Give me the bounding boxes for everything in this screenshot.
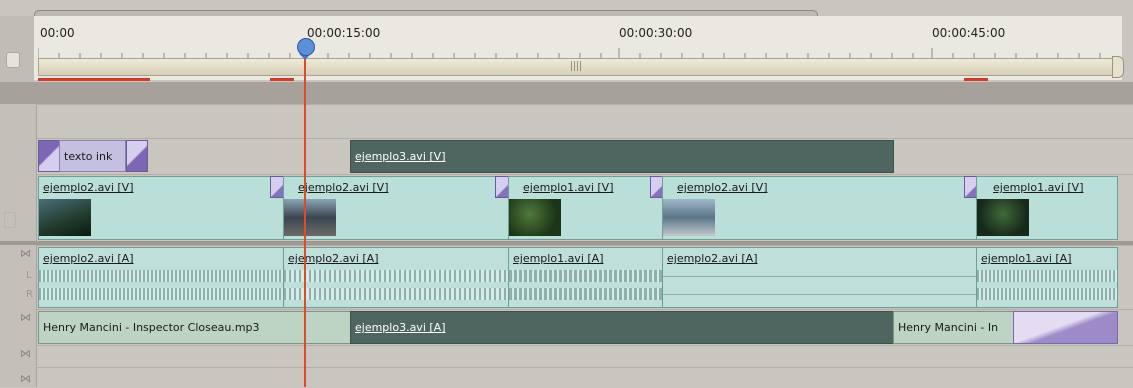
clip-thumbnail bbox=[663, 199, 715, 236]
audio-transition[interactable] bbox=[1013, 311, 1118, 344]
render-bar bbox=[964, 78, 988, 81]
render-bar bbox=[38, 78, 150, 81]
track-header[interactable] bbox=[0, 309, 37, 345]
audio-clip[interactable]: ejemplo2.avi [A] bbox=[662, 247, 978, 308]
track-header[interactable] bbox=[0, 345, 37, 367]
clip-label: ejemplo1.avi [V] bbox=[523, 181, 614, 194]
work-area-grip[interactable] bbox=[571, 61, 581, 71]
video-clip[interactable]: ejemplo1.avi [V] bbox=[976, 176, 1118, 240]
audio-clip[interactable]: ejemplo1.avi [A] bbox=[976, 247, 1118, 308]
waveform-right bbox=[663, 294, 977, 295]
timecode-0: 00:00 bbox=[40, 26, 75, 40]
track-separator bbox=[0, 82, 1133, 104]
waveform-left bbox=[663, 276, 977, 277]
clip-label: ejemplo2.avi [V] bbox=[677, 181, 768, 194]
waveform-left bbox=[39, 270, 283, 282]
timecode-15: 00:00:15:00 bbox=[307, 26, 381, 40]
clip-label: ejemplo1.avi [V] bbox=[993, 181, 1084, 194]
work-area-end-handle[interactable] bbox=[1112, 56, 1124, 78]
track-header[interactable] bbox=[0, 138, 37, 174]
speaker-icon[interactable]: ⋈ bbox=[20, 347, 31, 360]
audio-clip[interactable]: ejemplo2.avi [A] bbox=[38, 247, 284, 308]
audio-clip[interactable]: ejemplo2.avi [A] bbox=[283, 247, 509, 308]
clip-label: ejemplo2.avi [A] bbox=[43, 252, 134, 265]
audio-clip[interactable]: ejemplo3.avi [A] bbox=[350, 311, 894, 344]
speaker-icon[interactable]: ⋈ bbox=[20, 311, 31, 324]
clip-thumbnail bbox=[284, 199, 336, 236]
video-clip[interactable]: ejemplo2.avi [V] bbox=[283, 176, 509, 240]
clip-thumbnail bbox=[39, 199, 91, 236]
video-clip[interactable]: ejemplo3.avi [V] bbox=[350, 140, 894, 173]
ruler-ticks bbox=[38, 48, 1101, 58]
clip-label: ejemplo1.avi [A] bbox=[981, 252, 1072, 265]
clip-label: Henry Mancini - In bbox=[898, 321, 999, 334]
empty-track bbox=[0, 104, 1133, 139]
video-clip[interactable]: ejemplo2.avi [V] bbox=[662, 176, 978, 240]
clip-label: ejemplo2.avi [V] bbox=[43, 181, 134, 194]
speaker-icon[interactable]: ⋈ bbox=[20, 247, 31, 260]
waveform-left bbox=[977, 270, 1117, 282]
ruler-corner bbox=[0, 16, 34, 82]
audio-track-3 bbox=[0, 345, 1133, 368]
clip-label: ejemplo2.avi [A] bbox=[667, 252, 758, 265]
clip-thumbnail bbox=[977, 199, 1029, 236]
transition-clip[interactable] bbox=[126, 140, 148, 172]
waveform-right bbox=[977, 288, 1117, 300]
expand-track-icon[interactable] bbox=[4, 212, 16, 228]
track-header[interactable] bbox=[0, 367, 37, 387]
clip-label: Henry Mancini - Inspector Closeau.mp3 bbox=[43, 321, 260, 334]
timecode-30: 00:00:30:00 bbox=[619, 26, 693, 40]
video-clip[interactable]: ejemplo2.avi [V] bbox=[38, 176, 284, 240]
transition-clip[interactable] bbox=[38, 140, 60, 172]
clip-label: ejemplo3.avi [V] bbox=[355, 150, 446, 163]
waveform-left bbox=[509, 270, 663, 282]
waveform-right bbox=[509, 288, 663, 300]
render-bar bbox=[270, 78, 294, 81]
clip-label: ejemplo3.avi [A] bbox=[355, 321, 446, 334]
speaker-icon[interactable]: ⋈ bbox=[20, 372, 31, 385]
audio-clip[interactable]: Henry Mancini - In bbox=[893, 311, 1015, 344]
channel-label-right: R bbox=[26, 289, 33, 300]
track-header[interactable] bbox=[0, 174, 37, 242]
video-clip[interactable]: ejemplo1.avi [V] bbox=[508, 176, 664, 240]
audio-clip[interactable]: ejemplo1.avi [A] bbox=[508, 247, 664, 308]
waveform-right bbox=[39, 288, 283, 300]
track-header[interactable] bbox=[0, 104, 37, 138]
clip-thumbnail bbox=[509, 199, 561, 236]
clip-label: texto ink bbox=[64, 150, 113, 163]
title-clip[interactable]: texto ink bbox=[59, 140, 126, 172]
playhead-handle[interactable] bbox=[297, 38, 315, 56]
channel-label-left: L bbox=[26, 270, 32, 281]
waveform-right bbox=[284, 288, 508, 300]
waveform-left bbox=[284, 270, 508, 282]
clip-label: ejemplo2.avi [V] bbox=[298, 181, 389, 194]
lock-icon[interactable] bbox=[6, 52, 20, 68]
clip-label: ejemplo1.avi [A] bbox=[513, 252, 604, 265]
clip-label: ejemplo2.avi [A] bbox=[288, 252, 379, 265]
audio-track-4 bbox=[0, 367, 1133, 388]
playhead-line bbox=[304, 45, 306, 387]
timecode-45: 00:00:45:00 bbox=[932, 26, 1006, 40]
